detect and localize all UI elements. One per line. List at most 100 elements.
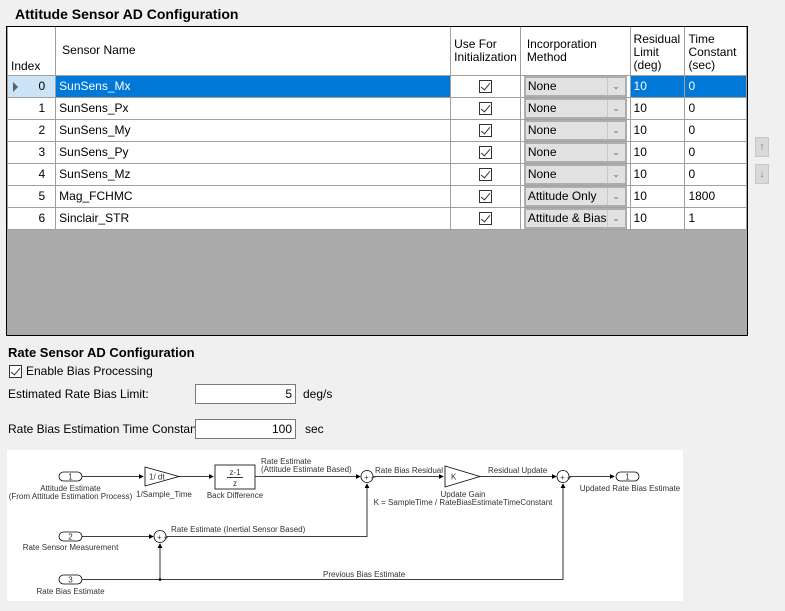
attitude-sensor-table: Index Sensor Name Use For Initialization … bbox=[7, 27, 747, 230]
row-index-cell[interactable]: 4 bbox=[7, 162, 57, 186]
bias-limit-unit: deg/s bbox=[303, 387, 333, 401]
sum-2-signs: + + bbox=[560, 473, 572, 482]
sensor-name-cell[interactable]: SunSens_Mx bbox=[55, 74, 452, 98]
row-index-cell[interactable]: 2 bbox=[7, 118, 57, 142]
attitude-section-title: Attitude Sensor AD Configuration bbox=[15, 6, 239, 22]
rate-section-title: Rate Sensor AD Configuration bbox=[8, 345, 195, 360]
incorporation-method-dropdown[interactable]: Attitude & Bias ⌄ bbox=[523, 208, 627, 228]
sensor-row[interactable]: 5 Mag_FCHMC Attitude Only ⌄ 10 1800 bbox=[7, 184, 747, 208]
chevron-down-icon[interactable]: ⌄ bbox=[606, 165, 625, 183]
diff-numerator: z-1 bbox=[229, 468, 241, 477]
incorporation-method-dropdown[interactable]: None ⌄ bbox=[523, 142, 627, 162]
bias-limit-input[interactable]: 5 bbox=[195, 384, 296, 404]
incorporation-method-dropdown[interactable]: None ⌄ bbox=[523, 76, 627, 96]
residual-limit-cell[interactable]: 10 bbox=[629, 140, 686, 164]
branch-point bbox=[158, 578, 162, 581]
incorporation-method-cell[interactable]: None ⌄ bbox=[519, 118, 631, 142]
time-constant-cell[interactable]: 0 bbox=[684, 162, 747, 186]
use-for-init-checkbox[interactable] bbox=[478, 146, 492, 160]
column-header-incorporation-method[interactable]: Incorporation Method bbox=[519, 27, 631, 76]
use-for-init-cell[interactable] bbox=[450, 118, 521, 142]
sensor-name-cell[interactable]: Sinclair_STR bbox=[55, 206, 452, 230]
chevron-down-icon[interactable]: ⌄ bbox=[606, 99, 625, 117]
sensor-name-cell[interactable]: Mag_FCHMC bbox=[55, 184, 452, 208]
incorporation-method-cell[interactable]: Attitude Only ⌄ bbox=[519, 184, 631, 208]
time-constant-cell[interactable]: 0 bbox=[684, 118, 747, 142]
row-index-cell[interactable]: 6 bbox=[7, 206, 57, 230]
outport-1-label: Updated Rate Bias Estimate bbox=[580, 484, 681, 493]
row-index-cell[interactable]: 1 bbox=[7, 96, 57, 120]
use-for-init-checkbox[interactable] bbox=[478, 102, 492, 116]
row-index-cell[interactable]: 5 bbox=[7, 184, 57, 208]
sensor-row[interactable]: 6 Sinclair_STR Attitude & Bias ⌄ 10 1 bbox=[7, 206, 747, 230]
move-down-button[interactable]: ↓ bbox=[755, 164, 769, 184]
sensor-row[interactable]: 1 SunSens_Px None ⌄ 10 0 bbox=[7, 96, 747, 120]
residual-limit-cell[interactable]: 10 bbox=[629, 162, 686, 186]
attitude-sensor-grid[interactable]: Index Sensor Name Use For Initialization … bbox=[6, 26, 748, 336]
enable-bias-processing-label[interactable]: Enable Bias Processing bbox=[26, 364, 153, 378]
incorporation-method-cell[interactable]: None ⌄ bbox=[519, 74, 631, 98]
incorporation-method-dropdown[interactable]: None ⌄ bbox=[523, 120, 627, 140]
incorporation-method-cell[interactable]: Attitude & Bias ⌄ bbox=[519, 206, 631, 230]
column-header-index[interactable]: Index bbox=[7, 27, 57, 76]
use-for-init-checkbox[interactable] bbox=[478, 168, 492, 182]
arrow-up-icon: ↑ bbox=[759, 141, 765, 153]
incorporation-method-dropdown[interactable]: Attitude Only ⌄ bbox=[523, 186, 627, 206]
time-constant-cell[interactable]: 1 bbox=[684, 206, 747, 230]
time-constant-cell[interactable]: 0 bbox=[684, 74, 747, 98]
inport-2-number: 2 bbox=[68, 533, 73, 542]
time-constant-label: Rate Bias Estimation Time Constant: bbox=[8, 422, 204, 436]
incorporation-method-dropdown[interactable]: None ⌄ bbox=[523, 98, 627, 118]
sensor-name-cell[interactable]: SunSens_My bbox=[55, 118, 452, 142]
use-for-init-checkbox[interactable] bbox=[478, 80, 492, 94]
incorporation-method-dropdown[interactable]: None ⌄ bbox=[523, 164, 627, 184]
residual-limit-cell[interactable]: 10 bbox=[629, 118, 686, 142]
use-for-init-checkbox[interactable] bbox=[478, 190, 492, 204]
column-header-use-for-init[interactable]: Use For Initialization bbox=[450, 27, 521, 76]
residual-limit-cell[interactable]: 10 bbox=[629, 96, 686, 120]
move-up-button[interactable]: ↑ bbox=[755, 137, 769, 157]
sensor-row[interactable]: 2 SunSens_My None ⌄ 10 0 bbox=[7, 118, 747, 142]
use-for-init-checkbox[interactable] bbox=[478, 124, 492, 138]
row-index-cell[interactable]: 3 bbox=[7, 140, 57, 164]
use-for-init-checkbox[interactable] bbox=[478, 212, 492, 226]
sensor-name-cell[interactable]: SunSens_Px bbox=[55, 96, 452, 120]
inport-1-number: 1 bbox=[68, 473, 73, 482]
column-header-time-constant[interactable]: Time Constant (sec) bbox=[684, 27, 747, 76]
use-for-init-cell[interactable] bbox=[450, 162, 521, 186]
residual-limit-cell[interactable]: 10 bbox=[629, 184, 686, 208]
use-for-init-cell[interactable] bbox=[450, 184, 521, 208]
chevron-down-icon[interactable]: ⌄ bbox=[606, 143, 625, 161]
sensor-name-cell[interactable]: SunSens_Py bbox=[55, 140, 452, 164]
incorporation-method-cell[interactable]: None ⌄ bbox=[519, 140, 631, 164]
time-constant-cell[interactable]: 0 bbox=[684, 140, 747, 164]
gain-k-formula: K = SampleTime / RateBiasEstimateTimeCon… bbox=[374, 498, 554, 507]
sensor-row[interactable]: 4 SunSens_Mz None ⌄ 10 0 bbox=[7, 162, 747, 186]
current-row-indicator-icon bbox=[13, 81, 18, 92]
residual-limit-cell[interactable]: 10 bbox=[629, 206, 686, 230]
use-for-init-cell[interactable] bbox=[450, 96, 521, 120]
time-constant-input[interactable]: 100 bbox=[195, 419, 296, 439]
chevron-down-icon[interactable]: ⌄ bbox=[606, 77, 625, 95]
gain-k-text: K bbox=[451, 473, 457, 482]
chevron-down-icon[interactable]: ⌄ bbox=[606, 187, 625, 205]
use-for-init-cell[interactable] bbox=[450, 74, 521, 98]
sensor-row[interactable]: 0 SunSens_Mx None ⌄ 10 0 bbox=[7, 74, 747, 98]
use-for-init-cell[interactable] bbox=[450, 140, 521, 164]
sensor-name-cell[interactable]: SunSens_Mz bbox=[55, 162, 452, 186]
residual-limit-cell[interactable]: 10 bbox=[629, 74, 686, 98]
chevron-down-icon[interactable]: ⌄ bbox=[606, 121, 625, 139]
incorporation-method-cell[interactable]: None ⌄ bbox=[519, 96, 631, 120]
column-header-residual-limit[interactable]: Residual Limit (deg) bbox=[629, 27, 686, 76]
use-for-init-cell[interactable] bbox=[450, 206, 521, 230]
column-header-sensor-name[interactable]: Sensor Name bbox=[55, 27, 452, 76]
diff-denominator: z bbox=[233, 479, 237, 488]
sensor-row[interactable]: 3 SunSens_Py None ⌄ 10 0 bbox=[7, 140, 747, 164]
outport-1-number: 1 bbox=[625, 473, 630, 482]
row-index-cell[interactable]: 0 bbox=[7, 74, 57, 98]
incorporation-method-cell[interactable]: None ⌄ bbox=[519, 162, 631, 186]
time-constant-cell[interactable]: 0 bbox=[684, 96, 747, 120]
chevron-down-icon[interactable]: ⌄ bbox=[606, 209, 625, 227]
enable-bias-processing-checkbox[interactable] bbox=[9, 365, 22, 378]
time-constant-cell[interactable]: 1800 bbox=[684, 184, 747, 208]
